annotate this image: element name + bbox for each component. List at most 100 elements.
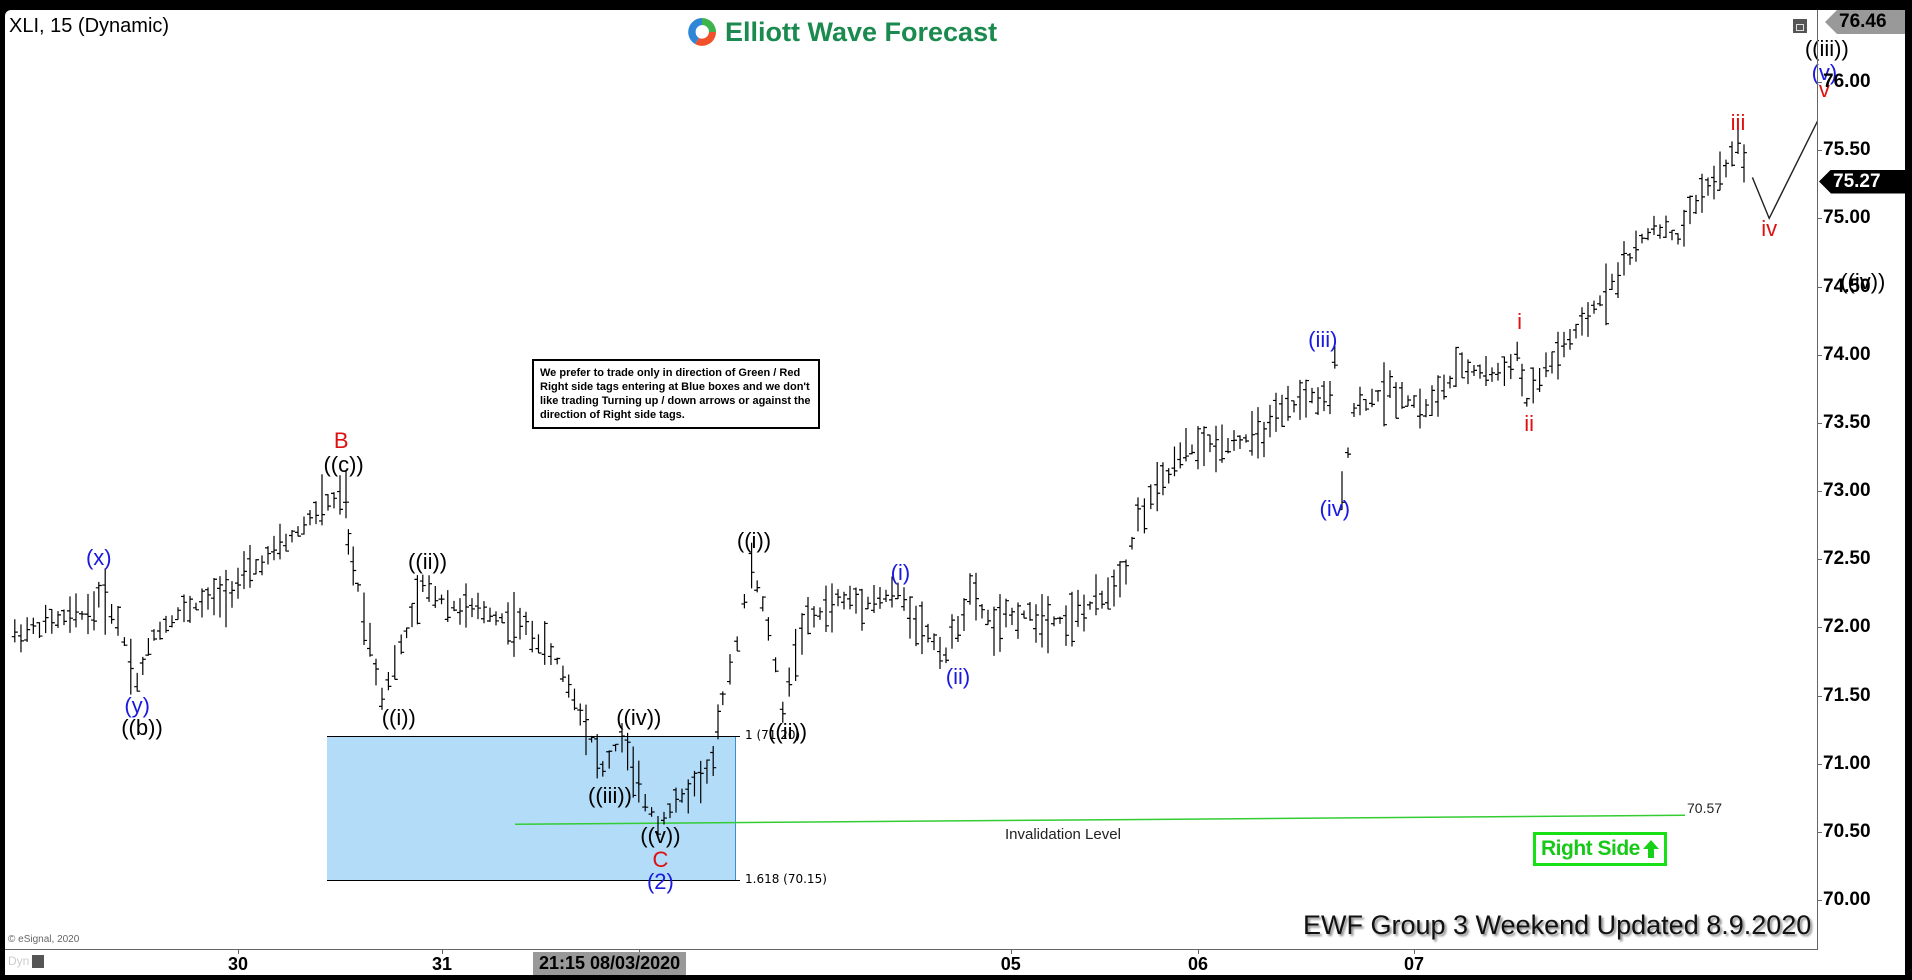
price-bar — [181, 594, 187, 623]
price-bar — [1165, 468, 1172, 484]
price-bar — [529, 620, 536, 653]
dyn-toggle[interactable]: Dyn — [8, 954, 45, 968]
price-bar — [877, 586, 883, 609]
price-tick-label: 70.50 — [1823, 820, 1871, 842]
price-bar — [1411, 395, 1417, 408]
price-bar — [1285, 385, 1291, 421]
price-bar — [517, 607, 523, 640]
wave-label: B — [333, 427, 349, 453]
price-bar — [1051, 616, 1057, 627]
price-bar — [925, 623, 931, 643]
price-bar — [1483, 356, 1489, 386]
price-tick-label: 74.00 — [1823, 343, 1871, 365]
price-bar — [1603, 263, 1609, 326]
price-bar — [1045, 596, 1051, 654]
price-bar — [679, 788, 685, 803]
price-bar — [841, 591, 847, 610]
lock-icon[interactable] — [32, 954, 45, 968]
price-bar — [931, 633, 937, 651]
price-bar — [1123, 559, 1129, 585]
price-bar — [277, 523, 283, 560]
price-bar — [1237, 435, 1243, 450]
price-bar — [1297, 379, 1303, 420]
price-bar — [1657, 224, 1663, 239]
price-bar — [1663, 215, 1669, 238]
price-bar — [1453, 346, 1459, 387]
time-tick-label: 31 — [431, 954, 453, 974]
price-bar — [95, 581, 102, 608]
price-bar — [1609, 273, 1615, 291]
price-bar — [235, 567, 241, 599]
price-bar — [943, 647, 949, 664]
wave-label: (iii) — [1308, 327, 1338, 353]
price-bar — [319, 474, 325, 526]
price-bar — [853, 587, 859, 614]
price-bar — [1039, 594, 1045, 648]
price-tick-mark — [1817, 286, 1822, 288]
price-bar — [1063, 605, 1069, 646]
price-bar — [1219, 424, 1225, 463]
wave-label: C — [652, 847, 669, 873]
price-bar — [17, 624, 24, 653]
arrow-up-icon — [1642, 840, 1659, 858]
price-bar — [1507, 354, 1514, 380]
price-bar — [1315, 387, 1321, 415]
price-bar — [127, 638, 134, 695]
price-bar — [73, 593, 79, 628]
price-bar — [997, 594, 1003, 652]
price-bar — [1135, 497, 1141, 532]
price-bar — [727, 654, 733, 685]
price-bar — [967, 573, 973, 605]
wave-label: ((i)) — [381, 704, 416, 730]
price-bar — [345, 529, 352, 555]
price-bar — [91, 591, 97, 631]
price-bar — [1309, 387, 1315, 404]
price-bar — [1693, 194, 1699, 215]
price-bar — [1003, 598, 1009, 628]
price-tick-mark — [1817, 150, 1822, 152]
price-bar — [426, 575, 433, 602]
price-bar — [1177, 442, 1184, 469]
price-bar — [829, 583, 835, 633]
price-bar — [259, 555, 265, 576]
price-bar — [865, 596, 871, 610]
price-bar — [343, 470, 349, 519]
price-tick-label: 71.50 — [1823, 684, 1871, 706]
price-bar — [108, 603, 115, 624]
price-bar — [1530, 367, 1537, 404]
price-bar — [505, 602, 511, 645]
wave-label: (ii) — [945, 663, 971, 689]
price-tick-label: 75.50 — [1823, 139, 1871, 161]
price-bar — [937, 636, 943, 669]
price-bar — [48, 608, 55, 634]
price-bar — [1717, 151, 1723, 191]
price-bar — [1681, 209, 1687, 247]
wave-label: i — [1517, 308, 1523, 334]
price-bar — [1723, 159, 1729, 178]
plot-area[interactable]: 1 (71.20) 1.618 (70.15) Invalidation Lev… — [5, 10, 1885, 948]
price-bar — [919, 601, 925, 655]
price-bar — [1351, 403, 1357, 417]
price-tick-label: 76.00 — [1823, 71, 1871, 92]
wave-label: ((i)) — [736, 527, 772, 553]
price-bar — [1729, 141, 1735, 167]
price-bar — [419, 574, 426, 592]
logo-text: Elliott Wave Forecast — [725, 16, 998, 47]
price-bar — [414, 575, 421, 625]
restore-window-icon[interactable] — [1793, 19, 1807, 33]
price-bar — [102, 568, 109, 635]
price-bar — [541, 621, 548, 665]
price-bar — [475, 592, 481, 620]
time-tick-label: 30 — [227, 954, 249, 974]
price-bar — [11, 619, 18, 643]
price-bar — [817, 607, 823, 620]
price-bar — [1699, 173, 1705, 213]
price-bar — [1093, 574, 1099, 616]
time-tick-label: 05 — [1000, 954, 1021, 974]
price-bar — [1267, 404, 1273, 438]
price-bar — [1501, 356, 1508, 387]
price-bar — [367, 622, 373, 657]
price-bar — [1705, 177, 1711, 196]
price-bar — [223, 569, 229, 628]
price-bar — [67, 596, 73, 633]
